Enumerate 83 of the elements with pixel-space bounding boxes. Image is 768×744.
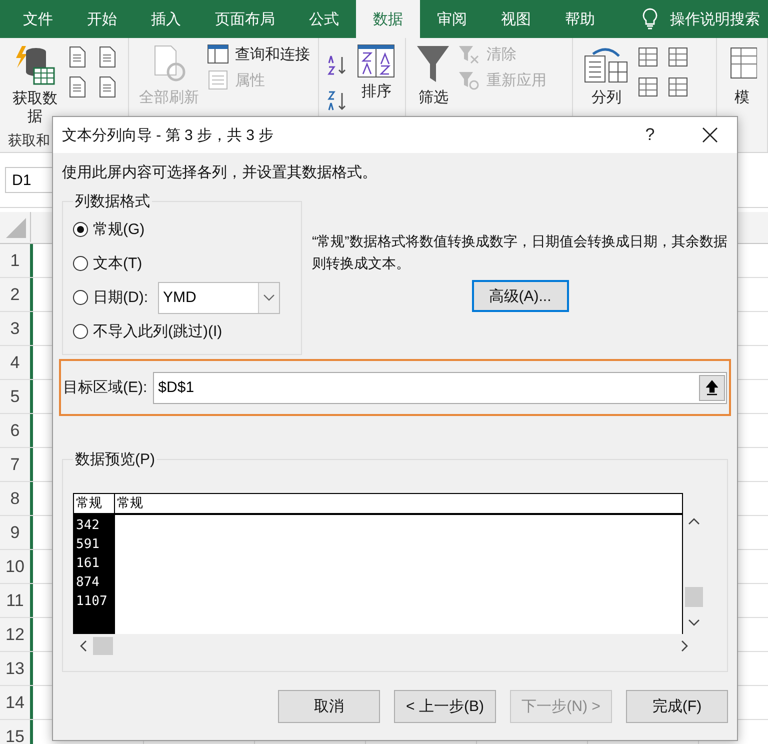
ribbon-tab[interactable]: 视图 [484, 0, 548, 38]
preview-value: 161 [75, 555, 100, 573]
radio-option[interactable]: 不导入此列(跳过)(I) [73, 322, 222, 341]
date-format-dropdown[interactable]: YMD [158, 282, 280, 314]
group-title: 列数据格式 [74, 192, 151, 211]
chevron-up-icon[interactable] [688, 517, 700, 525]
instruction-text: 使用此屏内容可选择各列，并设置其数据格式。 [62, 163, 378, 182]
preview-value: 342 [75, 517, 100, 535]
scroll-thumb[interactable] [685, 587, 703, 607]
row-header[interactable]: 9 [0, 516, 33, 549]
table-icon [207, 44, 229, 64]
radio-option[interactable]: 文本(T) [73, 254, 142, 273]
close-icon [702, 127, 718, 143]
group-title: 数据预览(P) [74, 450, 156, 469]
table-tool-icon[interactable] [637, 76, 660, 98]
advanced-button[interactable]: 高级(A)... [472, 280, 568, 312]
queries-button[interactable]: 查询和连接 [207, 44, 310, 64]
sort-icon [357, 44, 396, 78]
ribbon-tab[interactable]: 公式 [292, 0, 356, 38]
ribbon-tab[interactable]: 插入 [134, 0, 198, 38]
funnel-icon [458, 44, 480, 64]
scroll-thumb[interactable] [93, 637, 113, 655]
row-header[interactable]: 2 [0, 278, 33, 311]
table-tool-icon[interactable] [667, 76, 690, 98]
range-select-button[interactable] [699, 374, 725, 400]
list-icon [207, 70, 229, 90]
document-icon[interactable] [98, 76, 118, 98]
row-header[interactable]: 12 [0, 618, 33, 651]
destination-field[interactable]: $D$1 [153, 372, 727, 404]
row-header[interactable]: 14 [0, 686, 33, 719]
preview-value: 591 [75, 536, 100, 554]
ribbon-tab[interactable]: 帮助 [548, 0, 612, 38]
preview-value: 874 [75, 574, 100, 592]
row-header[interactable]: 6 [0, 414, 33, 447]
chevron-down-icon[interactable] [688, 619, 700, 627]
column-header[interactable]: 常规 [115, 494, 682, 515]
ribbon-tab[interactable]: 开始 [70, 0, 134, 38]
chevron-down-icon [263, 294, 275, 302]
row-header[interactable]: 3 [0, 312, 33, 345]
row-header[interactable]: 15 [0, 720, 33, 744]
row-header[interactable]: 7 [0, 448, 33, 481]
format-description: “常规”数据格式将数值转换成数字，日期值会转换成日期，其余数据则转换成文本。 [312, 232, 728, 273]
text-to-columns-button[interactable]: 分列 [581, 44, 632, 107]
wizard-button[interactable]: 取消 [278, 690, 380, 723]
row-header[interactable]: 11 [0, 584, 33, 617]
up-arrow-icon [706, 380, 718, 396]
document-icon[interactable] [68, 76, 88, 98]
table-tool-icon[interactable] [667, 46, 690, 68]
field-label: 目标区域(E): [63, 378, 148, 397]
what-if-button[interactable]: 模 [725, 44, 759, 107]
help-button[interactable]: ? [635, 124, 665, 146]
column-header[interactable]: 常规 [74, 494, 114, 515]
ribbon-tab[interactable]: 文件 [6, 0, 70, 38]
row-header[interactable]: 10 [0, 550, 33, 583]
document-icon[interactable] [98, 46, 118, 68]
ribbon-tab[interactable]: 数据 [356, 0, 420, 38]
wizard-button[interactable]: 完成(F) [626, 690, 728, 723]
row-header[interactable]: 4 [0, 346, 33, 379]
lightbulb-icon [642, 8, 658, 30]
document-icon[interactable] [68, 46, 88, 68]
tell-me-search[interactable]: 操作说明搜索 [670, 10, 760, 28]
row-header[interactable]: 13 [0, 652, 33, 685]
group-label: 获取和 [8, 132, 50, 150]
chevron-left-icon[interactable] [79, 640, 87, 652]
funnel-icon [416, 44, 450, 84]
radio-option[interactable]: 日期(D): [73, 288, 148, 307]
database-icon [14, 44, 56, 86]
dialog-title: 文本分列向导 - 第 3 步，共 3 步 [62, 126, 275, 144]
row-header[interactable]: 5 [0, 380, 33, 413]
row-header[interactable]: 8 [0, 482, 33, 515]
funnel-icon [458, 70, 480, 90]
sort-button[interactable]: 排序 [355, 44, 398, 101]
wizard-button[interactable]: < 上一步(B) [394, 690, 496, 723]
row-header[interactable]: 1 [0, 244, 33, 277]
table-tool-icon[interactable] [637, 46, 660, 68]
filter-button[interactable]: 筛选 [414, 44, 452, 107]
chevron-right-icon[interactable] [681, 640, 689, 652]
ribbon-tab[interactable]: 页面布局 [198, 0, 292, 38]
get-data-button[interactable]: 获取数据 [8, 44, 62, 126]
radio-option[interactable]: 常规(G) [73, 220, 145, 239]
preview-value: 1107 [75, 593, 108, 611]
ribbon-tab[interactable]: 审阅 [420, 0, 484, 38]
data-preview[interactable]: 常规 342 591 161 874 1107 常规 [73, 493, 683, 634]
